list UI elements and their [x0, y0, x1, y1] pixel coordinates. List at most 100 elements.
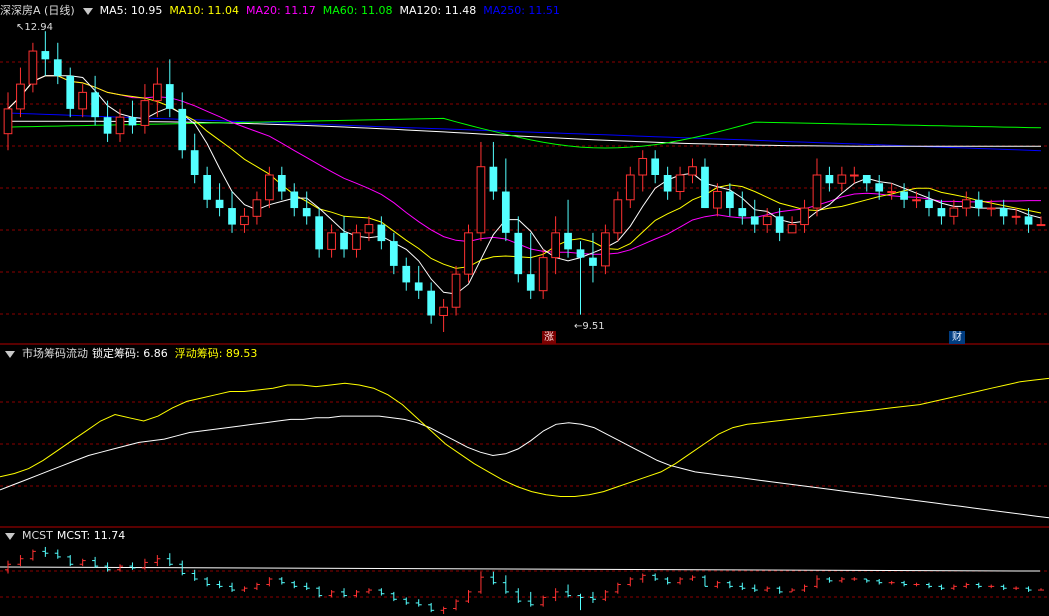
ma5-label: MA5: 10.95	[99, 4, 163, 17]
candle-body-down	[937, 208, 946, 217]
stock-title: 深深房A (日线)	[0, 4, 75, 17]
candle-body-down	[203, 175, 211, 200]
candle-body-down	[738, 208, 747, 217]
main-panel-header: 深深房A (日线) MA5: 10.95 MA10: 11.04 MA20: 11.1…	[0, 3, 567, 19]
candle-body-down	[489, 166, 498, 192]
candle-body-down	[340, 232, 348, 250]
candle-body-down	[526, 274, 535, 291]
candle-body-down	[564, 232, 572, 250]
kline-chart-canvas[interactable]	[0, 0, 1049, 616]
candle-body-up	[601, 232, 610, 267]
candle-body-down	[165, 84, 174, 109]
candle-body-up	[265, 174, 274, 201]
candle-body-down	[775, 216, 784, 233]
candle-body-down	[663, 175, 672, 192]
candle-body-down	[925, 199, 933, 209]
candle-body-down	[277, 175, 286, 192]
candle-body-up	[949, 207, 959, 217]
candle-body-up	[3, 108, 13, 135]
candle-body-up	[252, 199, 262, 217]
locked-chip-line	[0, 415, 1049, 519]
candle-body-up	[327, 232, 336, 250]
ma120-label: MA120: 11.48	[399, 4, 477, 17]
ma20-label: MA20: 11.17	[246, 4, 316, 17]
candle-body-down	[501, 191, 510, 233]
candle-body-down	[290, 191, 299, 209]
candle-body-up	[812, 174, 822, 209]
candle-body-down	[66, 75, 75, 109]
candle-body-up	[675, 174, 685, 193]
ma10-label: MA10: 11.04	[169, 4, 240, 17]
mcst-panel-header: MCST MCST: 11.74	[0, 528, 132, 544]
candle-body-up	[800, 207, 809, 226]
candle-body-up	[140, 100, 150, 126]
candle-body-down	[91, 92, 99, 118]
candle-body-down	[377, 224, 386, 242]
candle-body-up	[78, 91, 88, 110]
mcst-line	[0, 566, 1041, 572]
candle-body-down	[750, 216, 759, 225]
mcst-title: MCST	[22, 529, 53, 542]
candle-body-down	[651, 158, 660, 175]
candle-body-down	[900, 191, 908, 200]
candle-body-down	[974, 199, 983, 209]
candle-body-down	[725, 191, 734, 209]
candle-body-down	[589, 257, 597, 266]
candle-body-up	[837, 174, 847, 184]
ma60-line	[7, 117, 1042, 149]
candle-body-down	[103, 117, 112, 134]
candle-body-up	[1036, 224, 1046, 227]
candle-body-up	[451, 273, 461, 308]
candle-body-up	[762, 215, 772, 226]
candle-body-down	[190, 150, 199, 175]
candle-body-down	[1024, 216, 1033, 225]
candle-body-up	[240, 215, 249, 226]
chip-panel-header: 市场筹码流动 锁定筹码: 6.86 浮动筹码: 89.53	[0, 346, 264, 362]
candle-body-up	[887, 191, 897, 194]
candle-body-up	[476, 166, 486, 234]
candle-body-down	[825, 175, 834, 184]
candle-body-up	[115, 116, 125, 135]
candle-body-down	[315, 216, 324, 250]
candle-body-up	[464, 232, 473, 275]
candle-body-up	[638, 157, 648, 176]
candle-body-down	[128, 117, 137, 126]
candle-body-down	[53, 59, 62, 76]
candle-body-up	[352, 232, 361, 250]
candle-body-up	[986, 207, 996, 210]
ma250-line	[7, 112, 1042, 152]
floating-chip-value: : 89.53	[218, 347, 258, 360]
high-price-value: 12.94	[24, 22, 54, 33]
mcst-dropdown-icon[interactable]	[5, 532, 15, 540]
candle-body-up	[439, 306, 448, 316]
candle-body-up	[961, 199, 971, 209]
candle-body-up	[713, 191, 722, 209]
candle-body-down	[302, 208, 311, 217]
candle-body-up	[364, 224, 374, 234]
chip-dropdown-icon[interactable]	[5, 350, 15, 358]
candle-body-up	[688, 166, 697, 176]
candle-body-up	[849, 174, 859, 177]
candle-body-down	[215, 199, 224, 209]
high-price-label: ↖12.94	[16, 22, 54, 33]
candle-body-down	[414, 282, 423, 291]
candle-body-down	[862, 175, 871, 184]
ma5-line	[7, 75, 1042, 295]
low-price-value: 9.51	[582, 321, 605, 332]
candle-body-up	[538, 257, 548, 292]
chip-title: 市场筹码流动	[22, 347, 88, 360]
candle-body-up	[28, 50, 38, 85]
floating-chip-prefix: 浮动筹码	[174, 347, 219, 360]
locked-chip-label: 锁定筹码: 6.86	[92, 347, 168, 360]
limit-up-marker[interactable]: 涨	[542, 331, 556, 344]
low-price-label: ←9.51	[574, 321, 605, 332]
candle-body-down	[41, 51, 50, 60]
candle-body-down	[875, 183, 884, 192]
candle-body-down	[576, 249, 585, 258]
candle-body-up	[787, 224, 797, 234]
ma250-label: MA250: 11.51	[483, 4, 560, 17]
indicator-dropdown-icon[interactable]	[82, 7, 93, 15]
ma60-label: MA60: 11.08	[322, 4, 393, 17]
ma20-line	[7, 75, 1041, 255]
finance-report-marker[interactable]: 财	[949, 331, 965, 344]
